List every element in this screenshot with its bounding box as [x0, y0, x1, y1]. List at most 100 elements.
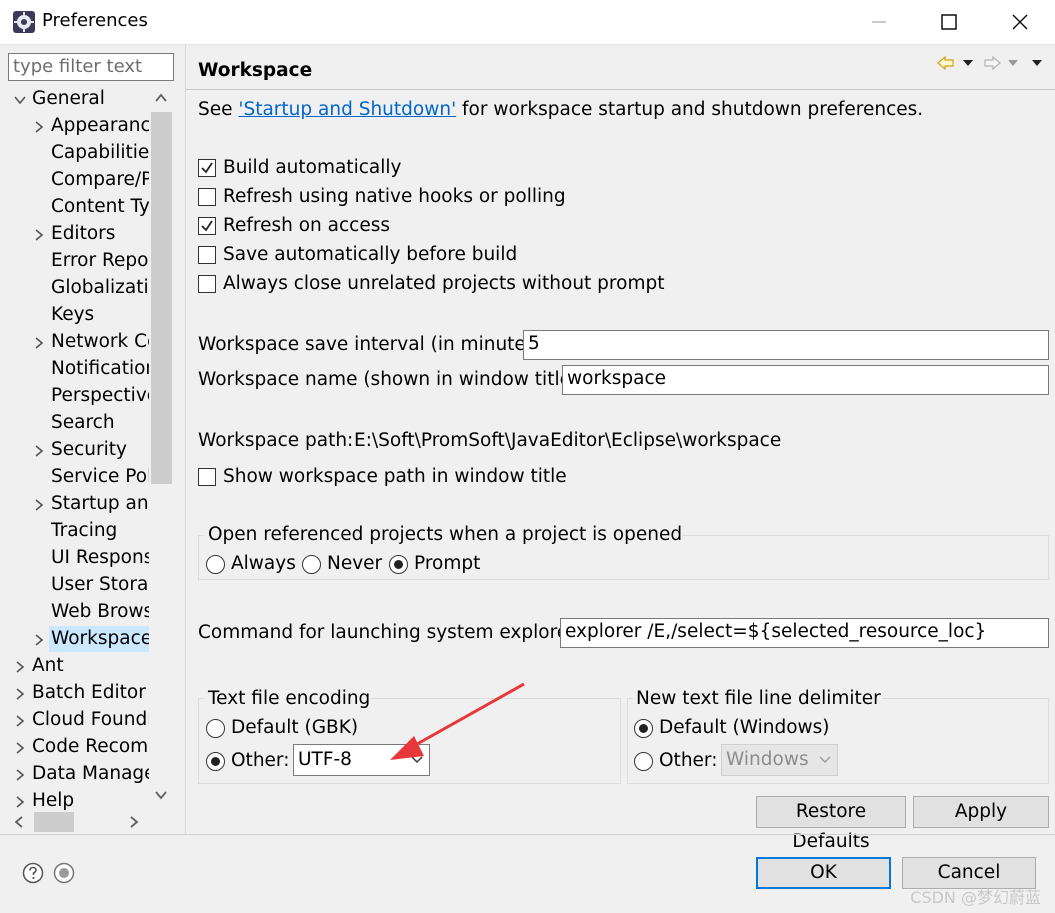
group-border	[627, 698, 633, 699]
tree-item[interactable]: Data Manage	[8, 761, 149, 788]
scrollbar-thumb[interactable]	[151, 112, 172, 484]
chevron-right-icon[interactable]	[32, 228, 46, 242]
help-icon[interactable]	[22, 862, 44, 884]
minimize-button[interactable]	[844, 0, 914, 44]
scroll-right-icon[interactable]	[127, 814, 141, 830]
encoding-other-radio[interactable]	[206, 752, 225, 771]
close-window-button[interactable]	[985, 0, 1055, 44]
back-arrow-icon[interactable]	[937, 55, 955, 71]
save-interval-input[interactable]: 5	[523, 330, 1049, 360]
tree-item[interactable]: User Storag	[8, 572, 149, 599]
tree-item[interactable]: Notification	[8, 356, 149, 383]
tree-item[interactable]: Search	[8, 410, 149, 437]
ok-button[interactable]: OK	[756, 857, 891, 889]
delimiter-default-radio[interactable]	[634, 719, 653, 738]
tree-item[interactable]: Service Poli	[8, 464, 149, 491]
tree-item[interactable]: Content Typ	[8, 194, 149, 221]
minimize-icon	[872, 21, 886, 23]
chevron-right-icon[interactable]	[13, 741, 27, 755]
encoding-other-label: Other:	[231, 750, 290, 771]
tree-item[interactable]: Editors	[8, 221, 149, 248]
chevron-right-icon[interactable]	[32, 444, 46, 458]
line-delimiter-title: New text file line delimiter	[635, 688, 882, 709]
horizontal-scrollbar-thumb[interactable]	[34, 812, 74, 832]
tree-item-label: Appearance	[51, 115, 149, 136]
chevron-right-icon[interactable]	[13, 714, 27, 728]
checkbox[interactable]	[198, 217, 216, 235]
title-separator-line	[186, 89, 1055, 90]
chevron-down-icon[interactable]	[13, 93, 27, 107]
tree-item[interactable]: Security	[8, 437, 149, 464]
tree-item[interactable]: Capabilities	[8, 140, 149, 167]
view-menu-icon[interactable]	[1031, 58, 1043, 68]
checkbox[interactable]	[198, 275, 216, 293]
tree-item[interactable]: Perspective	[8, 383, 149, 410]
tree-item[interactable]: Network Co	[8, 329, 149, 356]
chevron-right-icon[interactable]	[13, 768, 27, 782]
maximize-button[interactable]	[914, 0, 984, 44]
encoding-default-radio[interactable]	[206, 719, 225, 738]
tree-item[interactable]: Error Repor	[8, 248, 149, 275]
chevron-right-icon[interactable]	[13, 795, 27, 809]
scrollbar-corner	[149, 810, 174, 834]
tree-item[interactable]: Tracing	[8, 518, 149, 545]
group-border	[198, 535, 204, 536]
tree-item[interactable]: Help	[8, 788, 149, 810]
save-interval-label: Workspace save interval (in minutes):	[198, 334, 549, 355]
tree-item-label: Data Manage	[32, 763, 149, 784]
tree-item[interactable]: Batch Editor	[8, 680, 149, 707]
delimiter-default-label: Default (Windows)	[659, 717, 830, 738]
tree-item-label: Security	[51, 439, 127, 460]
checkbox[interactable]	[198, 188, 216, 206]
filter-input[interactable]: type filter text	[8, 53, 174, 81]
tree-item-label: Network Co	[51, 331, 149, 352]
tree-item-label: Content Typ	[51, 196, 149, 217]
tree-item[interactable]: Keys	[8, 302, 149, 329]
chevron-right-icon[interactable]	[32, 336, 46, 350]
back-dropdown-icon[interactable]	[962, 58, 974, 68]
chevron-right-icon[interactable]	[32, 120, 46, 134]
title-separator	[0, 44, 1055, 45]
tree-item[interactable]: Appearance	[8, 113, 149, 140]
radio-always[interactable]	[206, 555, 225, 574]
forward-arrow-icon[interactable]	[983, 55, 1001, 71]
tree-item[interactable]: Compare/P	[8, 167, 149, 194]
chevron-right-icon[interactable]	[32, 498, 46, 512]
tree-item[interactable]: General	[8, 86, 149, 113]
chevron-right-icon[interactable]	[32, 633, 46, 647]
apply-button[interactable]: Apply	[913, 796, 1049, 828]
workspace-name-input[interactable]: workspace	[562, 365, 1049, 395]
scroll-left-icon[interactable]	[12, 814, 26, 830]
page-title: Workspace	[198, 60, 313, 81]
radio-never[interactable]	[302, 555, 321, 574]
delimiter-other-label: Other:	[659, 750, 718, 771]
intro-suffix: for workspace startup and shutdown prefe…	[456, 99, 924, 120]
show-path-checkbox[interactable]	[198, 468, 216, 486]
delimiter-other-radio[interactable]	[634, 752, 653, 771]
checkbox[interactable]	[198, 159, 216, 177]
tree-item[interactable]: Ant	[8, 653, 149, 680]
tree-item[interactable]: Web Brows	[8, 599, 149, 626]
tree-item[interactable]: Code Recomr	[8, 734, 149, 761]
startup-shutdown-link[interactable]: 'Startup and Shutdown'	[238, 99, 456, 120]
explorer-command-input[interactable]: explorer /E,/select=${selected_resource_…	[560, 618, 1049, 648]
restore-defaults-button[interactable]: Restore Defaults	[756, 796, 906, 852]
tree-item[interactable]: Globalizatio	[8, 275, 149, 302]
forward-dropdown-icon[interactable]	[1007, 58, 1019, 68]
tree-item[interactable]: Workspace	[8, 626, 149, 653]
scroll-up-icon[interactable]	[153, 91, 169, 105]
checkbox[interactable]	[198, 246, 216, 264]
radio-prompt[interactable]	[389, 555, 408, 574]
chevron-down-icon	[819, 756, 831, 763]
tree-item[interactable]: UI Responsi	[8, 545, 149, 572]
scroll-down-icon[interactable]	[153, 788, 169, 802]
chevron-right-icon[interactable]	[13, 687, 27, 701]
tree-item[interactable]: Cloud Foundr	[8, 707, 149, 734]
tree-item[interactable]: Startup and	[8, 491, 149, 518]
chevron-right-icon[interactable]	[13, 660, 27, 674]
tree-item-label: Compare/P	[51, 169, 149, 190]
tree-item-label: Cloud Foundr	[32, 709, 149, 730]
tree-item-label: General	[32, 88, 105, 109]
import-export-icon[interactable]	[53, 862, 75, 884]
group-border	[651, 535, 1049, 536]
